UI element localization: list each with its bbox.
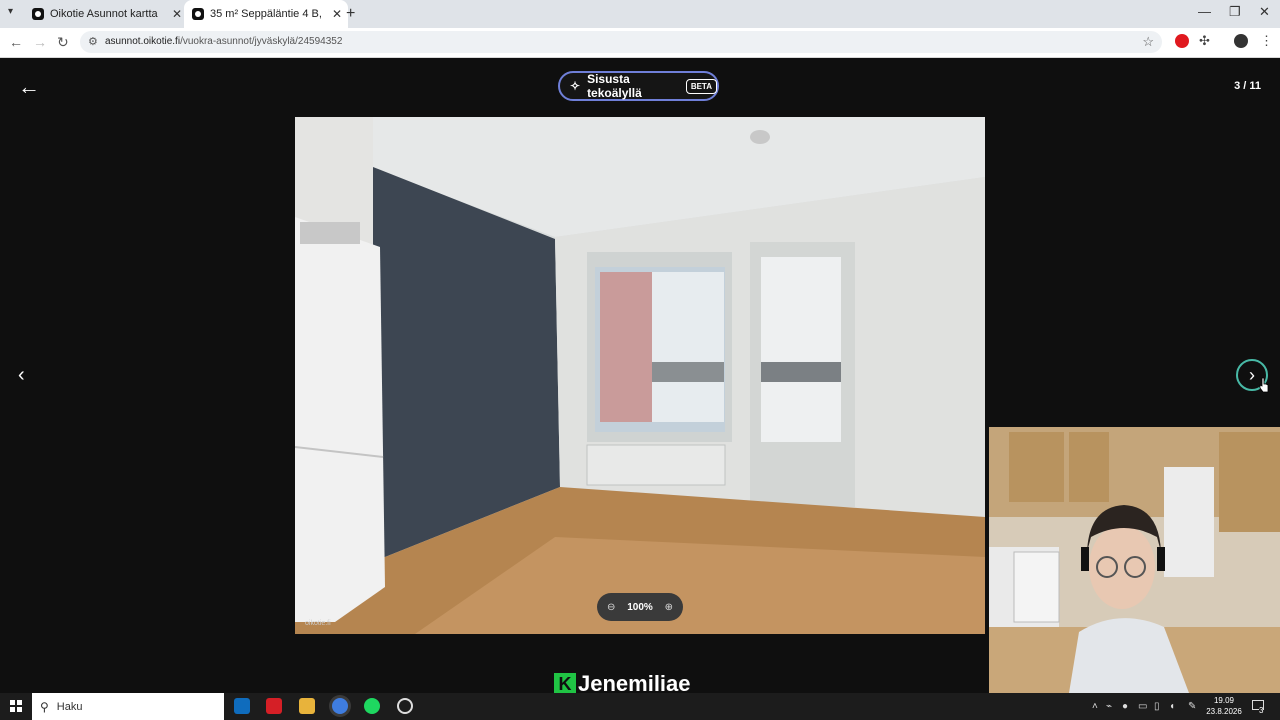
extensions-puzzle-icon[interactable]: ✣ xyxy=(1199,33,1213,48)
previous-image-chevron-icon[interactable]: ‹ xyxy=(18,364,25,387)
webcam-feed-image xyxy=(989,427,1280,693)
oikotie-favicon-icon xyxy=(192,8,204,20)
tab-listing[interactable]: 35 m² Seppäläntie 4 B, 40320 Jyväskylä ✕ xyxy=(184,0,348,28)
zoom-level: 100% xyxy=(627,601,653,613)
file-explorer-icon[interactable] xyxy=(299,698,315,714)
outlook-icon[interactable] xyxy=(234,698,250,714)
ai-button-label: Sisusta tekoälyllä xyxy=(587,72,642,100)
profile-avatar[interactable] xyxy=(1234,34,1248,48)
restore-icon[interactable]: ❐ xyxy=(1229,4,1241,20)
browser-tab-strip: ▾ Oikotie Asunnot kartta ✕ 35 m² Seppälä… xyxy=(0,0,1280,28)
chevron-right-icon: › xyxy=(1249,364,1255,385)
ai-furnish-button[interactable]: ✧ Sisusta tekoälyllä BETA xyxy=(558,71,719,101)
volume-icon[interactable]: ◖ xyxy=(1169,701,1175,712)
battery-icon[interactable]: ▯ xyxy=(1154,701,1160,712)
browser-toolbar: ← → ↻ ⚙ asunnot.oikotie.fi/vuokra-asunno… xyxy=(0,28,1280,58)
minimize-icon[interactable]: — xyxy=(1198,4,1211,19)
bookmark-star-icon[interactable]: ☆ xyxy=(1142,34,1154,50)
taskbar-search[interactable]: ⚲ Haku xyxy=(32,693,224,720)
app-l-icon[interactable] xyxy=(266,698,282,714)
windows-taskbar: ⚲ Haku ˄ ⌁ ● ▭ ▯ ◖ ✎ 19.09 23.8.2026 3 xyxy=(0,693,1280,720)
obs-icon[interactable] xyxy=(397,698,413,714)
beta-badge: BETA xyxy=(685,78,717,94)
spotify-icon[interactable] xyxy=(364,698,380,714)
zoom-control: ⊖ 100% ⊕ xyxy=(597,593,683,621)
extension-icon[interactable] xyxy=(1175,34,1189,48)
new-tab-icon[interactable]: + xyxy=(346,5,355,23)
microphone-icon[interactable]: ● xyxy=(1122,701,1128,712)
tray-expand-icon[interactable]: ˄ xyxy=(1092,701,1098,712)
photo-watermark: oikotie.fi xyxy=(305,620,331,627)
browser-menu-icon[interactable]: ⋮ xyxy=(1260,33,1274,48)
pen-icon[interactable]: ✎ xyxy=(1188,701,1196,712)
url-text: asunnot.oikotie.fi/vuokra-asunnot/jyväsk… xyxy=(105,36,343,47)
reload-icon[interactable]: ↻ xyxy=(57,34,69,51)
listing-photo[interactable]: oikotie.fi xyxy=(295,117,985,634)
clock-date: 23.8.2026 xyxy=(1206,707,1242,716)
webcam-overlay xyxy=(989,427,1280,693)
back-icon[interactable]: ← xyxy=(9,34,23,50)
search-placeholder: Haku xyxy=(56,700,83,713)
forward-icon[interactable]: → xyxy=(33,34,47,50)
network-off-icon[interactable]: ⌁ xyxy=(1106,701,1112,712)
system-clock[interactable]: 19.09 23.8.2026 xyxy=(1204,695,1244,717)
close-window-icon[interactable]: ✕ xyxy=(1259,4,1270,20)
address-bar[interactable]: ⚙ asunnot.oikotie.fi/vuokra-asunnot/jyvä… xyxy=(80,31,1162,53)
notification-count: 3 xyxy=(1259,706,1264,715)
tab-title: 35 m² Seppäläntie 4 B, 40320 Jyväskylä xyxy=(210,8,322,20)
tab-oikotie-map[interactable]: Oikotie Asunnot kartta ✕ xyxy=(24,0,188,28)
close-tab-icon[interactable]: ✕ xyxy=(172,7,182,21)
zoom-out-icon[interactable]: ⊖ xyxy=(607,602,615,613)
windows-start-icon[interactable] xyxy=(10,700,22,712)
tab-title: Oikotie Asunnot kartta xyxy=(50,8,158,20)
display-icon[interactable]: ▭ xyxy=(1138,701,1147,712)
clock-time: 19.09 xyxy=(1213,696,1235,705)
chrome-icon[interactable] xyxy=(332,698,348,714)
apartment-interior-image: oikotie.fi xyxy=(295,117,985,634)
brand-logo: K xyxy=(554,673,576,695)
oikotie-favicon-icon xyxy=(32,8,44,20)
close-tab-icon[interactable]: ✕ xyxy=(332,7,342,21)
image-counter: 3 / 11 xyxy=(1234,80,1261,92)
search-icon: ⚲ xyxy=(40,699,49,714)
tab-search-icon[interactable]: ▾ xyxy=(8,6,13,17)
hand-cursor-icon xyxy=(1259,377,1269,393)
close-viewer-arrow-icon[interactable]: ← xyxy=(18,76,40,98)
sparkle-icon: ✧ xyxy=(570,79,581,93)
zoom-in-icon[interactable]: ⊕ xyxy=(665,602,673,613)
site-info-icon[interactable]: ⚙ xyxy=(88,35,98,48)
